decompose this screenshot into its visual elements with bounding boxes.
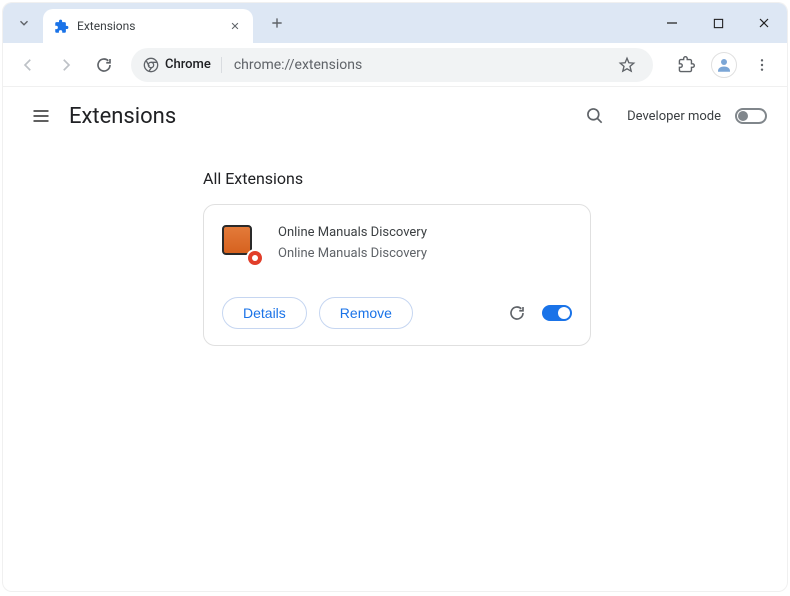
omnibox[interactable]: Chrome chrome://extensions [131, 48, 653, 82]
extension-description: Online Manuals Discovery [278, 246, 572, 261]
content-header: Extensions Developer mode [3, 87, 787, 145]
content-header-right: Developer mode [577, 98, 767, 134]
bookmark-star-button[interactable] [613, 51, 641, 79]
menu-button[interactable] [745, 48, 779, 82]
section-title: All Extensions [203, 169, 787, 188]
url-text: chrome://extensions [234, 57, 362, 73]
chrome-chip-label: Chrome [165, 57, 211, 72]
back-button[interactable] [11, 48, 45, 82]
toolbar: Chrome chrome://extensions [3, 43, 787, 87]
tab-search-button[interactable] [9, 9, 39, 37]
remove-button[interactable]: Remove [319, 297, 413, 329]
developer-mode-label: Developer mode [627, 109, 721, 124]
chrome-icon [143, 57, 159, 73]
reload-extension-button[interactable] [506, 302, 528, 324]
tab-close-button[interactable] [227, 18, 243, 34]
new-tab-button[interactable] [263, 9, 291, 37]
avatar-icon [711, 52, 737, 78]
profile-button[interactable] [707, 48, 741, 82]
close-window-button[interactable] [741, 3, 787, 43]
developer-mode-toggle[interactable] [735, 108, 767, 124]
reload-button[interactable] [87, 48, 121, 82]
extension-main: Online Manuals Discovery Online Manuals … [222, 225, 572, 263]
extension-name: Online Manuals Discovery [278, 225, 572, 240]
titlebar: Extensions [3, 3, 787, 43]
book-icon [222, 225, 252, 255]
extension-badge-icon [246, 249, 264, 267]
browser-window: Extensions [2, 2, 788, 592]
hamburger-menu-button[interactable] [23, 98, 59, 134]
content-body: All Extensions Online Manuals Discovery … [3, 145, 787, 346]
extension-icon [222, 225, 260, 263]
titlebar-left: Extensions [3, 3, 291, 43]
extension-card: Online Manuals Discovery Online Manuals … [203, 204, 591, 346]
toolbar-right [669, 48, 779, 82]
forward-button[interactable] [49, 48, 83, 82]
puzzle-icon [53, 18, 69, 34]
maximize-button[interactable] [695, 3, 741, 43]
browser-tab[interactable]: Extensions [43, 9, 253, 43]
extensions-button[interactable] [669, 48, 703, 82]
extension-enable-toggle[interactable] [542, 305, 572, 321]
extension-actions-right [506, 302, 572, 324]
tab-title: Extensions [77, 19, 219, 33]
chrome-origin-chip: Chrome [143, 57, 222, 73]
omnibox-actions [613, 51, 641, 79]
extension-info: Online Manuals Discovery Online Manuals … [278, 225, 572, 263]
details-button[interactable]: Details [222, 297, 307, 329]
extension-actions: Details Remove [222, 297, 572, 329]
search-extensions-button[interactable] [577, 98, 613, 134]
minimize-button[interactable] [649, 3, 695, 43]
window-controls [649, 3, 787, 43]
page-title: Extensions [69, 104, 176, 129]
